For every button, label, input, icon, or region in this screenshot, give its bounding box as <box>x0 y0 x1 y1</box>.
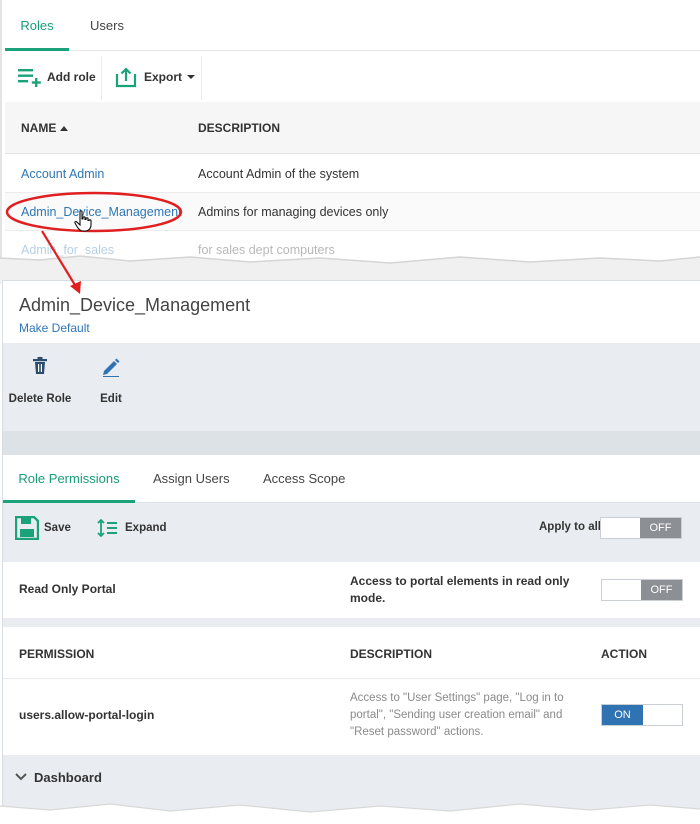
add-list-icon <box>18 69 41 87</box>
page-title: Admin_Device_Management <box>19 295 251 315</box>
tab-assign-users[interactable]: Assign Users <box>153 455 230 503</box>
role-description: Account Admin of the system <box>198 167 360 181</box>
tab-roles[interactable]: Roles <box>5 3 69 51</box>
roles-panel: Roles Users Add role Export NAME DESCRIP… <box>0 0 700 265</box>
role-name-link[interactable]: Account Admin <box>21 155 104 193</box>
read-only-portal-row: Read Only Portal Access to portal elemen… <box>3 562 700 618</box>
hand-cursor-icon <box>74 210 92 232</box>
pencil-icon <box>103 358 120 377</box>
detail-header: Admin_Device_Management Make Default <box>3 281 700 343</box>
roles-toolbar: Add role Export <box>5 52 700 102</box>
roles-table-header: NAME DESCRIPTION <box>5 102 700 154</box>
tab-access-scope[interactable]: Access Scope <box>263 455 345 503</box>
permission-name: users.allow-portal-login <box>19 708 155 722</box>
toolbar-divider <box>101 56 102 100</box>
tab-users[interactable]: Users <box>87 3 127 51</box>
role-detail-panel: Admin_Device_Management Make Default Del… <box>2 280 700 824</box>
add-role-button[interactable]: Add role <box>17 52 96 102</box>
make-default-link[interactable]: Make Default <box>19 321 90 335</box>
permission-column-header: PERMISSION <box>19 647 95 661</box>
permissions-toolbar: Save Expand Apply to all OFF <box>3 503 700 553</box>
trash-icon <box>33 357 47 374</box>
tab-role-permissions[interactable]: Role Permissions <box>3 455 135 503</box>
save-icon <box>15 516 39 540</box>
table-row[interactable]: Account Admin Account Admin of the syste… <box>5 155 700 193</box>
permissions-table-header: PERMISSION DESCRIPTION ACTION <box>3 627 700 679</box>
dashboard-section[interactable]: Dashboard <box>3 755 700 799</box>
apply-to-all-label: Apply to all <box>539 521 601 533</box>
role-description: Admins for managing devices only <box>198 205 389 219</box>
action-column-header: ACTION <box>601 647 647 661</box>
delete-role-button[interactable]: Delete Role <box>7 343 73 431</box>
torn-edge <box>0 255 700 284</box>
role-name-link[interactable]: Admin_Device_Management <box>21 193 182 231</box>
description-column-header: DESCRIPTION <box>350 647 433 661</box>
permission-tabs: Role Permissions Assign Users Access Sco… <box>3 455 700 503</box>
permission-toggle[interactable]: ON <box>601 704 683 726</box>
toggle-state: OFF <box>641 580 682 600</box>
apply-to-all-toggle[interactable]: OFF <box>600 517 682 539</box>
expand-button[interactable]: Expand <box>97 503 167 553</box>
toolbar-divider <box>201 56 202 100</box>
toggle-state: ON <box>602 705 643 725</box>
description-column-header: DESCRIPTION <box>198 121 281 135</box>
permissions-panel: Role Permissions Assign Users Access Sco… <box>3 455 700 824</box>
table-row[interactable]: Admin_Device_Management Admins for manag… <box>5 193 700 231</box>
chevron-down-icon <box>15 773 27 781</box>
read-only-toggle[interactable]: OFF <box>601 579 683 601</box>
expand-icon <box>97 519 117 537</box>
export-button[interactable]: Export <box>115 52 196 102</box>
permission-description: Access to "User Settings" page, "Log in … <box>350 692 564 738</box>
caret-down-icon <box>187 75 196 79</box>
sort-asc-icon <box>59 126 68 131</box>
edit-button[interactable]: Edit <box>91 343 131 431</box>
section-divider <box>3 431 700 455</box>
read-only-description: Access to portal elements in read only m… <box>350 574 570 605</box>
name-column-header[interactable]: NAME <box>21 102 68 154</box>
section-label: Dashboard <box>34 770 102 785</box>
read-only-label: Read Only Portal <box>19 582 116 596</box>
save-button[interactable]: Save <box>15 503 71 553</box>
export-icon <box>115 67 137 88</box>
top-tabs: Roles Users <box>5 3 700 51</box>
torn-edge <box>0 803 700 824</box>
detail-actions: Delete Role Edit <box>3 343 700 431</box>
toggle-state: OFF <box>640 518 681 538</box>
table-row: users.allow-portal-login Access to "User… <box>3 679 700 753</box>
